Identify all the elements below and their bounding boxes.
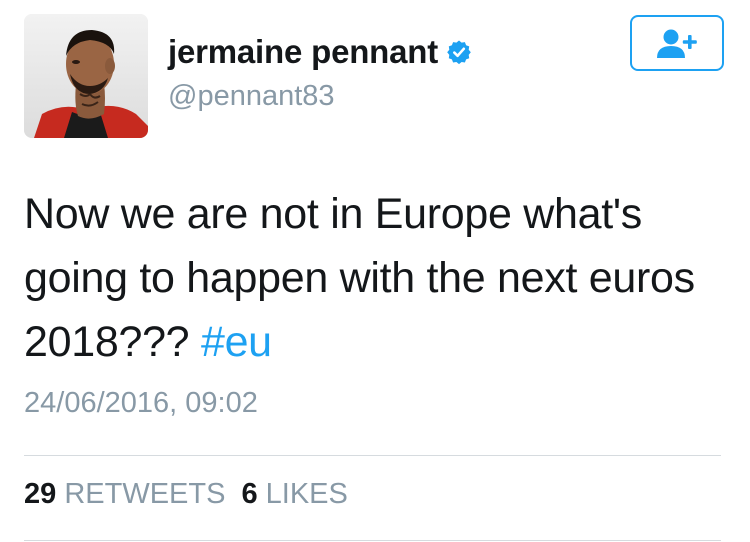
tweet-body: Now we are not in Europe what's going to…: [24, 190, 695, 366]
likes-count: 6: [241, 478, 258, 510]
display-name[interactable]: jermaine pennant: [168, 33, 438, 71]
likes-stat[interactable]: 6 LIKES: [241, 478, 347, 510]
avatar[interactable]: [24, 14, 148, 138]
add-user-icon: [657, 29, 697, 58]
tweet-timestamp[interactable]: 24/06/2016, 09:02: [24, 387, 258, 420]
name-row: jermaine pennant: [168, 32, 472, 72]
follow-button[interactable]: [630, 15, 724, 71]
avatar-photo: [24, 14, 148, 138]
tweet-stats: 29 RETWEETS 6 LIKES: [24, 478, 348, 511]
divider: [24, 540, 721, 541]
divider: [24, 455, 721, 456]
retweets-stat[interactable]: 29 RETWEETS: [24, 478, 225, 510]
tweet-text: Now we are not in Europe what's going to…: [24, 182, 724, 374]
hashtag-link[interactable]: #eu: [201, 318, 272, 366]
verified-badge-icon: [446, 39, 472, 65]
retweets-count: 29: [24, 478, 57, 510]
likes-label: LIKES: [265, 478, 348, 510]
user-handle[interactable]: @pennant83: [168, 80, 335, 113]
retweets-label: RETWEETS: [64, 478, 226, 510]
